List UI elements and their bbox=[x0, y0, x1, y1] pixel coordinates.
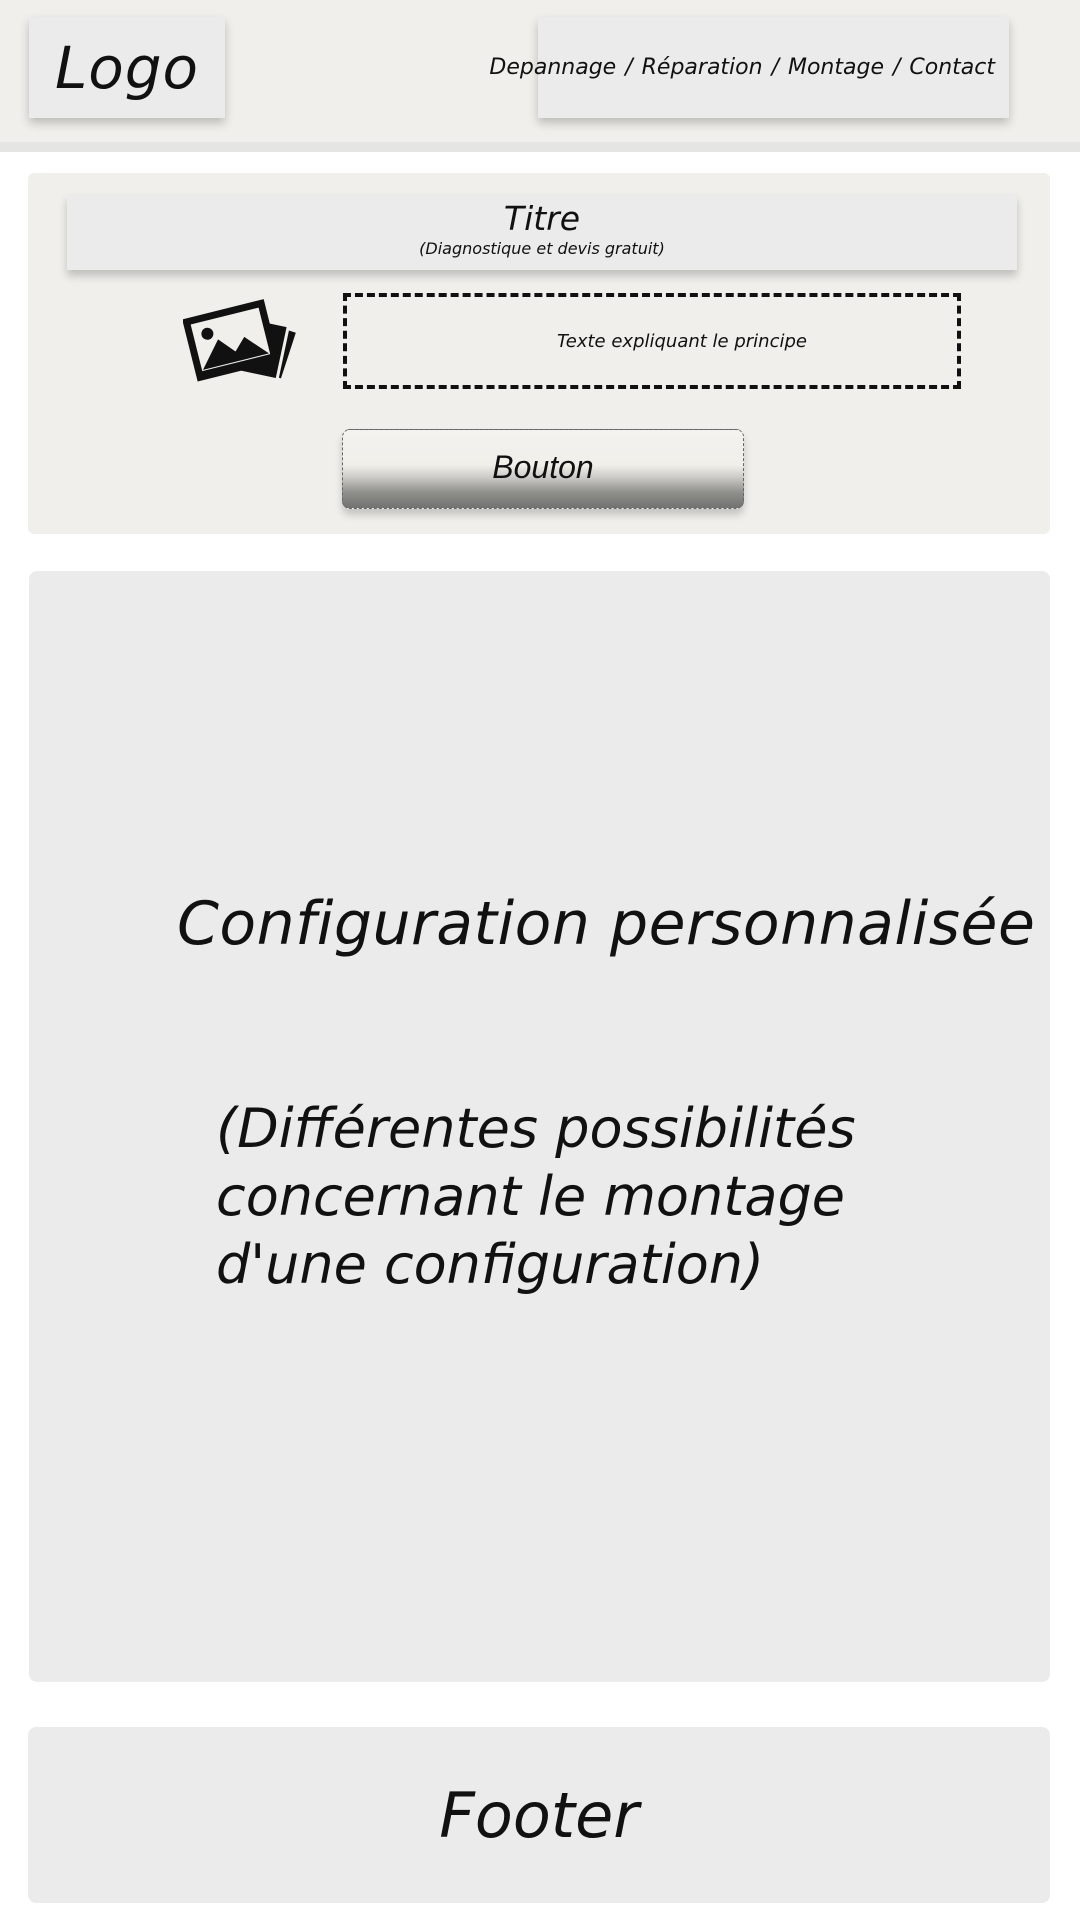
hero-subtitle: (Diagnostique et devis gratuit) bbox=[419, 239, 665, 258]
nav-link-montage[interactable]: Montage bbox=[788, 55, 884, 80]
hero-title-band: Titre (Diagnostique et devis gratuit) bbox=[67, 194, 1017, 270]
site-footer: Footer bbox=[28, 1727, 1050, 1903]
hero-section: Titre (Diagnostique et devis gratuit) Te… bbox=[28, 173, 1050, 534]
configuration-description: (Différentes possibilités concernant le … bbox=[216, 1097, 856, 1296]
footer-label: Footer bbox=[439, 1778, 639, 1852]
nav-separator: / bbox=[625, 55, 633, 80]
nav-separator: / bbox=[892, 55, 901, 80]
photos-icon bbox=[183, 299, 296, 382]
nav-link-contact[interactable]: Contact bbox=[909, 55, 995, 80]
principle-text-box: Texte expliquant le principe bbox=[343, 293, 961, 389]
principle-text: Texte expliquant le principe bbox=[557, 330, 807, 352]
site-header: Logo Depannage / Réparation / Montage / … bbox=[0, 0, 1080, 152]
cta-button[interactable]: Bouton bbox=[342, 429, 744, 509]
main-nav: Depannage / Réparation / Montage / Conta… bbox=[489, 17, 1009, 118]
logo[interactable]: Logo bbox=[29, 17, 225, 118]
logo-text: Logo bbox=[54, 33, 200, 102]
nav-link-reparation[interactable]: Réparation bbox=[642, 55, 763, 80]
hero-title: Titre bbox=[503, 199, 581, 238]
nav-link-depannage[interactable]: Depannage bbox=[489, 55, 616, 80]
configuration-section: Configuration personnalisée (Différentes… bbox=[29, 571, 1050, 1682]
nav-separator: / bbox=[771, 55, 779, 80]
configuration-heading: Configuration personnalisée bbox=[177, 889, 1036, 959]
